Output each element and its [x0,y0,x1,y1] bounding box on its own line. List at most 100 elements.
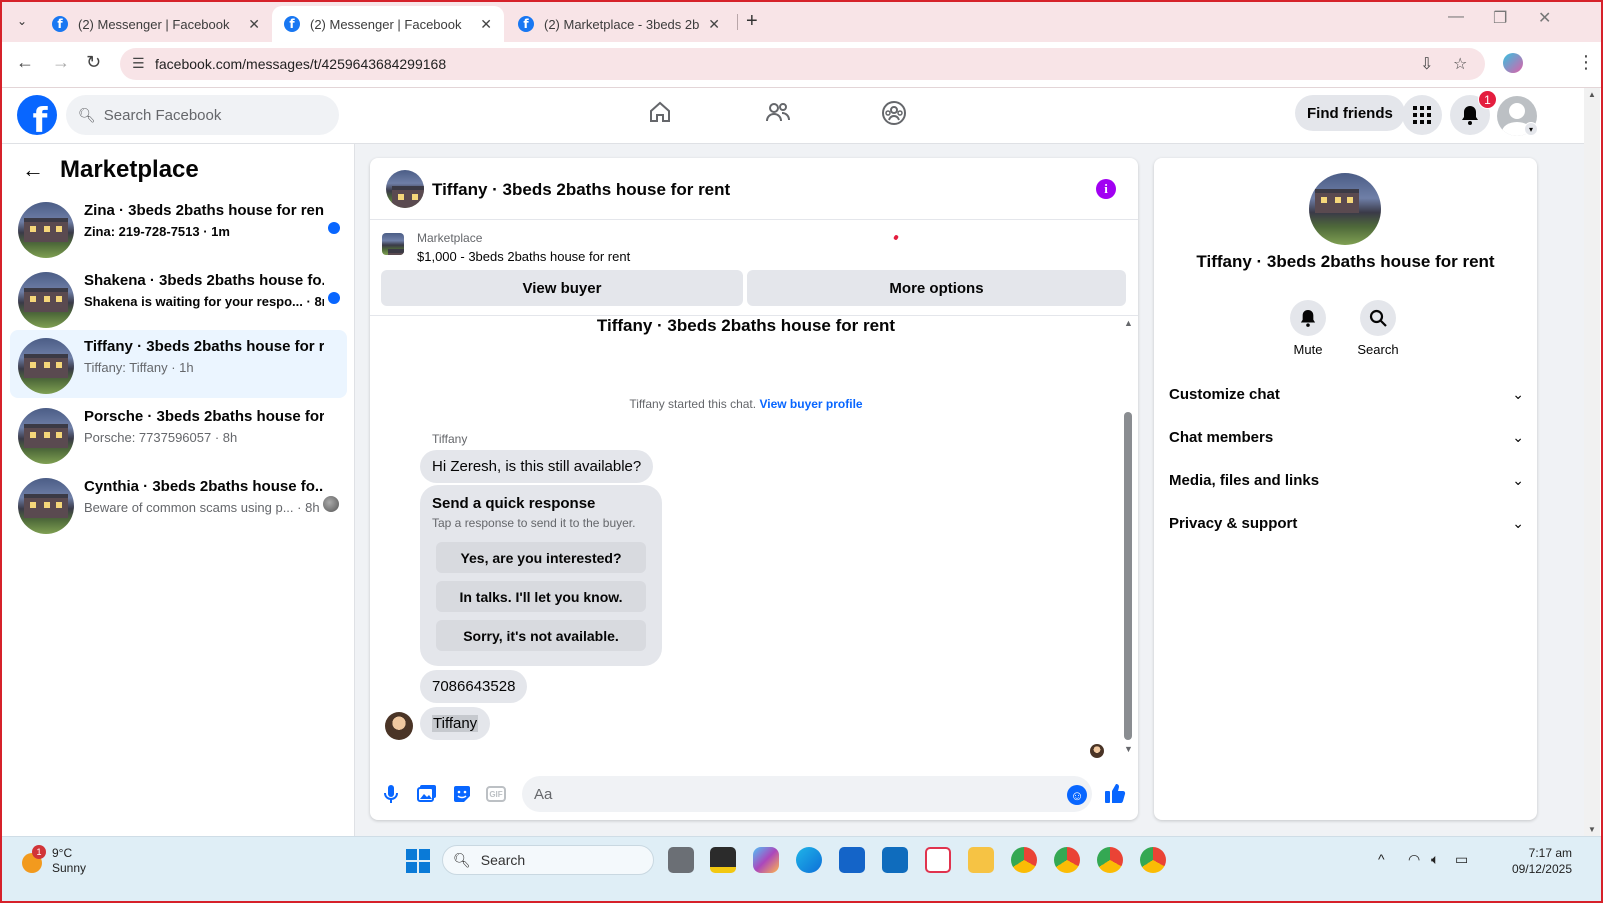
reload-icon[interactable]: ↻ [86,52,101,73]
thumbs-up-icon[interactable] [1104,782,1126,810]
volume-icon[interactable]: 🔈︎ [1431,851,1439,868]
chat-avatar[interactable] [386,170,424,208]
windows-start-icon[interactable] [406,849,430,873]
photo-icon[interactable] [417,784,437,807]
privacy-support-section[interactable]: Privacy & support ⌄ [1169,505,1524,541]
customize-chat-section[interactable]: Customize chat ⌄ [1169,376,1524,412]
conversation-item-shakena[interactable]: Shakena · 3beds 2baths house fo... Shake… [10,264,347,332]
facebook-favicon-icon: f [284,16,300,32]
microphone-icon[interactable] [384,784,398,809]
groups-icon[interactable] [881,100,907,132]
chevron-down-icon: ⌄ [1512,428,1524,445]
scroll-down-arrow-icon[interactable]: ▼ [1124,744,1133,754]
message-input[interactable]: Aa [522,776,1092,812]
browser-menu-icon[interactable]: ⋮ [1577,52,1595,73]
emoji-icon[interactable]: ☺ [1067,785,1087,805]
scrollbar-thumb[interactable] [1124,412,1132,740]
conversation-snippet: Beware of common scams using p... · 8h [84,500,320,515]
conversation-item-zina[interactable]: Zina · 3beds 2baths house for rent Zina:… [10,194,347,262]
task-view-icon[interactable] [668,847,694,873]
outlook-icon[interactable] [882,847,908,873]
site-info-icon[interactable]: ☰ [132,55,145,72]
chrome-icon[interactable] [1054,847,1080,873]
search-icon: 🔍︎ [453,851,471,868]
browser-tab-1[interactable]: f (2) Messenger | Facebook ✕ [40,6,272,42]
tab-close-icon[interactable]: ✕ [480,16,492,33]
bookmark-star-icon[interactable]: ☆ [1453,54,1467,74]
listing-title[interactable]: $1,000 - 3beds 2baths house for rent [417,249,630,264]
view-buyer-button[interactable]: View buyer [381,270,743,306]
back-icon[interactable]: ← [16,52,34,73]
bell-icon [1290,300,1326,336]
message-scrollbar[interactable]: ▲ ▼ [1122,316,1134,760]
conversation-item-tiffany[interactable]: Tiffany · 3beds 2baths house for re... T… [10,330,347,398]
chrome-icon[interactable] [1011,847,1037,873]
edge-browser-icon[interactable] [796,847,822,873]
forward-icon[interactable]: → [52,52,70,73]
quick-response-heading: Send a quick response [432,495,596,512]
tab-close-icon[interactable]: ✕ [248,16,260,33]
browser-tab-3[interactable]: f (2) Marketplace - 3beds 2baths ✕ [506,6,732,42]
view-buyer-profile-link[interactable]: View buyer profile [759,397,862,411]
more-options-button[interactable]: More options [747,270,1126,306]
taskbar-search-input[interactable]: 🔍︎ Search [442,845,654,875]
chrome-icon[interactable] [1140,847,1166,873]
tab-close-icon[interactable]: ✕ [708,16,720,33]
menu-grid-icon[interactable] [1402,95,1442,135]
page-scrollbar[interactable]: ▲ ▼ [1584,88,1600,836]
info-icon[interactable]: i [1096,179,1116,199]
quick-response-option[interactable]: Yes, are you interested? [436,542,646,573]
chat-members-section[interactable]: Chat members ⌄ [1169,419,1524,455]
gif-icon[interactable]: GIF [486,786,506,802]
scroll-up-arrow-icon[interactable]: ▲ [1124,318,1133,328]
tab-search-chevron-icon[interactable]: ⌄ [10,9,34,33]
conversation-snippet: Shakena is waiting for your respo... · 8… [84,294,324,309]
microsoft-store-icon[interactable] [839,847,865,873]
quick-response-option[interactable]: In talks. I'll let you know. [436,581,646,612]
scroll-up-arrow-icon[interactable]: ▲ [1588,90,1596,99]
restore-icon[interactable]: ❐ [1493,8,1507,28]
minimize-icon[interactable]: — [1448,8,1464,26]
mute-action[interactable]: Mute [1268,300,1348,357]
chat-title[interactable]: Tiffany · 3beds 2baths house for rent [432,180,730,200]
browser-tab-2[interactable]: f (2) Messenger | Facebook ✕ [272,6,504,42]
friends-icon[interactable] [765,100,791,130]
new-tab-icon[interactable]: + [746,10,758,33]
copilot-icon[interactable] [753,847,779,873]
window-close-icon[interactable]: ✕ [1538,8,1551,28]
search-action[interactable]: Search [1338,300,1418,357]
snipping-tool-icon[interactable] [925,847,951,873]
address-bar[interactable]: ☰ facebook.com/messages/t/42596436842991… [120,48,1485,80]
weather-condition[interactable]: Sunny [52,861,86,875]
media-files-links-section[interactable]: Media, files and links ⌄ [1169,462,1524,498]
tab-title: (2) Messenger | Facebook [78,16,230,32]
chat-profile-picture[interactable] [1309,173,1381,245]
sticker-icon[interactable] [452,784,472,809]
conversation-item-porsche[interactable]: Porsche · 3beds 2baths house for r... Po… [10,400,347,468]
scroll-down-arrow-icon[interactable]: ▼ [1588,825,1596,834]
read-receipt-avatar [1090,744,1104,758]
facebook-logo-icon[interactable]: f [17,95,57,135]
install-app-icon[interactable]: ⇩ [1420,54,1433,74]
message-bubble[interactable]: Tiffany [420,707,491,740]
browser-profile-avatar[interactable] [1503,53,1523,73]
file-explorer-icon[interactable] [968,847,994,873]
sticky-notes-icon[interactable] [710,847,736,873]
conversation-item-cynthia[interactable]: Cynthia · 3beds 2baths house fo... Bewar… [10,470,347,538]
show-hidden-icons-chevron-icon[interactable]: ^ [1378,851,1385,867]
find-friends-button[interactable]: Find friends [1295,95,1405,131]
wifi-icon[interactable]: ◠ [1408,851,1420,868]
message-bubble[interactable]: Hi Zeresh, is this still available? [420,450,654,483]
system-clock[interactable]: 7:17 am 09/12/2025 [1484,845,1572,877]
home-icon[interactable] [648,100,672,130]
tab-title: (2) Marketplace - 3beds 2baths [544,16,700,32]
message-bubble[interactable]: 7086643528 [420,670,528,703]
quick-response-option[interactable]: Sorry, it's not available. [436,620,646,651]
chrome-icon[interactable] [1097,847,1123,873]
buyer-avatar[interactable] [385,712,413,740]
battery-icon[interactable]: ▭ [1455,851,1468,868]
weather-temperature[interactable]: 9°C [52,846,72,860]
facebook-search-input[interactable]: 🔍︎ Search Facebook [66,95,339,135]
account-chevron-icon[interactable]: ▾ [1524,122,1538,136]
back-arrow-icon[interactable]: ← [22,157,44,183]
